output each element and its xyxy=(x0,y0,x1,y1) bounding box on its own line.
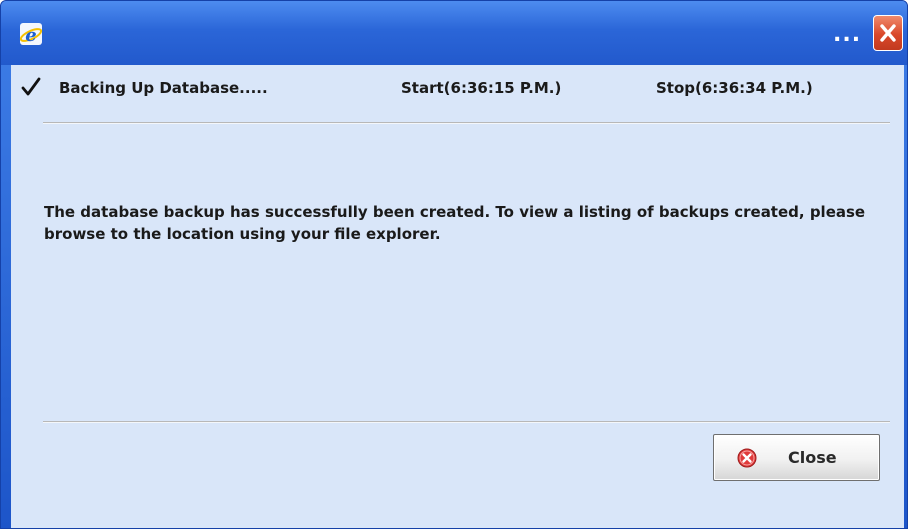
internet-explorer-icon: e xyxy=(19,23,43,46)
window-close-button[interactable] xyxy=(873,15,903,51)
close-icon xyxy=(880,24,896,42)
success-message: The database backup has successfully bee… xyxy=(44,203,866,243)
title-overflow: ... xyxy=(833,22,862,47)
start-time: Start(6:36:15 P.M.) xyxy=(401,79,562,97)
title-bar: e ... xyxy=(1,1,907,65)
task-status-row: Backing Up Database..... Start(6:36:15 P… xyxy=(11,65,904,123)
close-button[interactable]: Close xyxy=(713,434,880,481)
dialog-window: e ... Backing Up Database..... Start(6:3… xyxy=(0,0,908,529)
close-button-label: Close xyxy=(788,448,837,467)
stop-time: Stop(6:36:34 P.M.) xyxy=(656,79,813,97)
cancel-icon xyxy=(737,448,757,468)
bottom-divider xyxy=(43,421,890,423)
svg-text:e: e xyxy=(25,25,36,46)
top-divider xyxy=(43,122,890,124)
task-label: Backing Up Database..... xyxy=(59,79,268,97)
dialog-body: Backing Up Database..... Start(6:36:15 P… xyxy=(11,65,904,528)
checkmark-icon xyxy=(21,77,41,96)
